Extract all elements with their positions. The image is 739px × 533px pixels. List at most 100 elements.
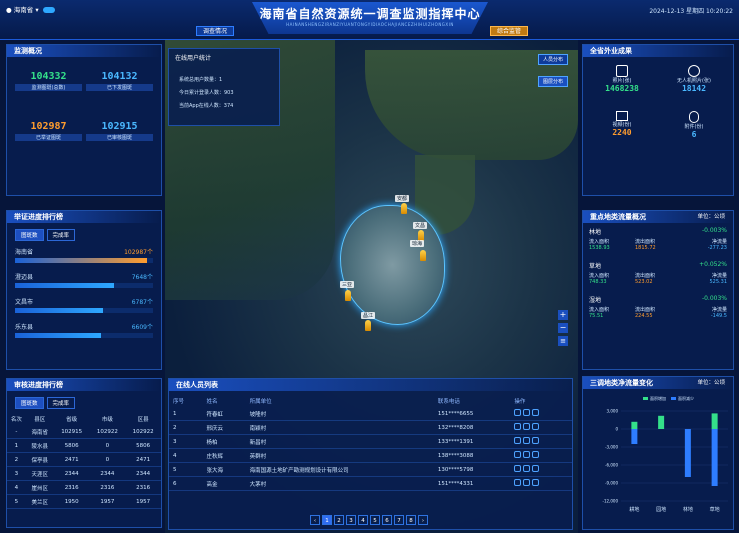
table-cell: 5806	[64, 442, 79, 449]
layers-icon[interactable]: ≡	[558, 336, 568, 346]
message-icon[interactable]	[523, 451, 531, 458]
flow-col-label: 流入面积	[589, 273, 610, 279]
locate-icon[interactable]	[514, 465, 522, 472]
rank-value: 7648个	[131, 274, 153, 281]
region-name: 海南省	[13, 6, 34, 14]
page-button[interactable]: 6	[382, 515, 392, 525]
next-page-icon[interactable]: ›	[418, 515, 428, 525]
table-cell: 天涯区	[31, 471, 49, 478]
phone-icon[interactable]	[532, 409, 540, 416]
table-row[interactable]: 1 符春虹 坡隆村 151****6655	[169, 407, 572, 421]
rank-name: 乐东县	[15, 324, 34, 331]
datetime: 2024-12-13 星期四 10:20:22	[649, 8, 733, 15]
table-row[interactable]: 3 天涯区 2344 2344 2344	[7, 467, 161, 481]
bar[interactable]	[631, 429, 638, 444]
locate-icon[interactable]	[514, 451, 522, 458]
map-pin[interactable]	[365, 320, 371, 331]
map-pin[interactable]	[401, 203, 407, 214]
table-row[interactable]: 6 高金 大茅村 151****4331	[169, 477, 572, 491]
page-button[interactable]: 3	[346, 515, 356, 525]
table-row[interactable]: 1 陵水县 5806 0 5806	[7, 439, 161, 453]
table-cell: 2471	[136, 456, 151, 463]
title-text: 海南省自然资源统一调查监测指挥中心	[259, 7, 481, 21]
monitor-panel: 监测概况 104332 监测图斑(总数) 104132 已下发图斑 102987 已举…	[6, 44, 162, 196]
tab-count[interactable]: 图斑数	[15, 397, 44, 409]
rank-value: 6609个	[131, 324, 153, 331]
page-button[interactable]: 8	[406, 515, 416, 525]
tab-rate[interactable]: 完成率	[46, 229, 76, 241]
map-pin[interactable]	[420, 250, 426, 261]
panel-title: 全省外业成果	[583, 45, 733, 57]
toggle-switch[interactable]	[42, 7, 55, 13]
table-row[interactable]: 4 庄秋辉 英群村 138****3088	[169, 449, 572, 463]
message-icon[interactable]	[523, 465, 531, 472]
table-cell: 132****8208	[437, 424, 474, 431]
tab-rate[interactable]: 完成率	[46, 397, 76, 409]
map-hainan-island[interactable]	[340, 205, 445, 325]
progress-bar	[15, 258, 153, 263]
table-cell: 高金	[206, 481, 218, 488]
map-pin[interactable]	[345, 290, 351, 301]
region-selector[interactable]: ● 海南省 ▾	[6, 4, 55, 14]
page-button[interactable]: 1	[322, 515, 332, 525]
map-btn-distribution[interactable]: 图层分布	[537, 76, 568, 87]
table-cell: 2316	[136, 484, 151, 491]
table-cell: 2316	[64, 484, 79, 491]
bar[interactable]	[711, 429, 718, 486]
bar[interactable]	[631, 421, 638, 429]
phone-icon[interactable]	[532, 423, 540, 430]
map-zoom-controls[interactable]: + − ≡	[558, 310, 568, 346]
table-row[interactable]: 3 杨柏 新昌村 133****1391	[169, 435, 572, 449]
table-row[interactable]: 2 保亭县 2471 0 2471	[7, 453, 161, 467]
message-icon[interactable]	[523, 409, 531, 416]
page-button[interactable]: 7	[394, 515, 404, 525]
bar[interactable]	[684, 429, 691, 477]
tab-count[interactable]: 图斑数	[15, 229, 44, 241]
table-cell: 海南国源土地矿产勘测规划设计有限公司	[249, 467, 349, 474]
table-row[interactable]: 4 崖州区 2316 2316 2316	[7, 481, 161, 495]
map-pin-label: 安都	[395, 195, 410, 202]
page-button[interactable]: 2	[334, 515, 344, 525]
phone-icon[interactable]	[532, 437, 540, 444]
flow-col-label: 流入面积	[589, 307, 610, 313]
message-icon[interactable]	[523, 479, 531, 486]
page-button[interactable]: 5	[370, 515, 380, 525]
bar[interactable]	[711, 413, 718, 429]
locate-icon[interactable]	[514, 437, 522, 444]
phone-icon[interactable]	[532, 451, 540, 458]
supervision-button[interactable]: 综合监管	[490, 26, 529, 36]
message-icon[interactable]	[523, 423, 531, 430]
page-button[interactable]: 4	[358, 515, 368, 525]
bar[interactable]	[658, 415, 665, 429]
progress-bar	[15, 308, 153, 313]
table-row[interactable]: - 海南省 102915 102922 102922	[7, 425, 161, 439]
survey-button[interactable]: 调查情况	[196, 26, 235, 36]
field-item: 无人机照片(张) 18142	[661, 65, 727, 93]
table-cell: 0	[105, 442, 110, 449]
message-icon[interactable]	[523, 437, 531, 444]
locate-icon[interactable]	[514, 479, 522, 486]
phone-icon[interactable]	[532, 465, 540, 472]
phone-icon[interactable]	[532, 479, 540, 486]
table-row[interactable]: 5 美兰区 1950 1957 1957	[7, 495, 161, 509]
review-panel: 审核进度排行榜 图斑数 完成率 名次 县区 省级 市级 区县 - 海南省 102915 1029…	[6, 378, 162, 528]
table-cell: 2	[173, 424, 177, 431]
monitor-value: 104332	[30, 71, 67, 82]
map-btn-people[interactable]: 人员分布	[537, 54, 568, 65]
zoom-out-icon[interactable]: −	[558, 323, 568, 333]
location-icon: ●	[6, 6, 12, 14]
locate-icon[interactable]	[514, 409, 522, 416]
prev-page-icon[interactable]: ‹	[310, 515, 320, 525]
table-row[interactable]: 2 邢庆云 南颖村 132****8208	[169, 421, 572, 435]
table-cell: 符春虹	[206, 411, 223, 418]
table-cell: 1950	[64, 498, 79, 505]
zoom-in-icon[interactable]: +	[558, 310, 568, 320]
table-cell: 130****5798	[437, 466, 474, 473]
photo-icon	[616, 65, 628, 77]
monitor-item: 104132 已下发图斑	[86, 71, 153, 91]
locate-icon[interactable]	[514, 423, 522, 430]
table-cell: 1	[14, 442, 19, 449]
table-row[interactable]: 5 张大海 海南国源土地矿产勘测规划设计有限公司 130****5798	[169, 463, 572, 477]
table-cell: 1957	[136, 498, 151, 505]
progress-bar	[15, 283, 153, 288]
